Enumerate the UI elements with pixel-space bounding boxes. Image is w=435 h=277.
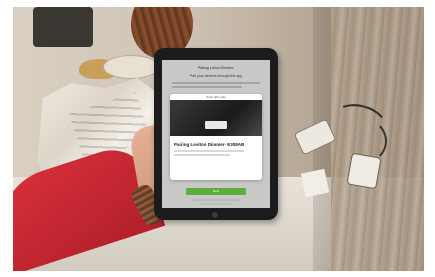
kitchen-item	[33, 7, 93, 47]
qr-label	[205, 121, 227, 129]
tablet-screen: Pairing Lutron Dimmer- Pair your devices…	[162, 60, 270, 208]
modal-description	[174, 150, 244, 152]
modal-description	[174, 154, 230, 156]
modal-title: Pairing Leviton Dimmer- E308AB	[174, 142, 245, 147]
home-button[interactable]	[212, 212, 218, 218]
paper	[300, 168, 330, 198]
next-button[interactable]: Next	[186, 188, 246, 195]
camera-view	[170, 100, 262, 136]
footer-line	[200, 203, 232, 205]
plate	[103, 55, 159, 79]
footer-line	[192, 199, 240, 201]
smart-switch-device	[346, 152, 382, 190]
pairing-modal: Scan QR code Pairing Leviton Dimmer- E30…	[170, 94, 262, 180]
